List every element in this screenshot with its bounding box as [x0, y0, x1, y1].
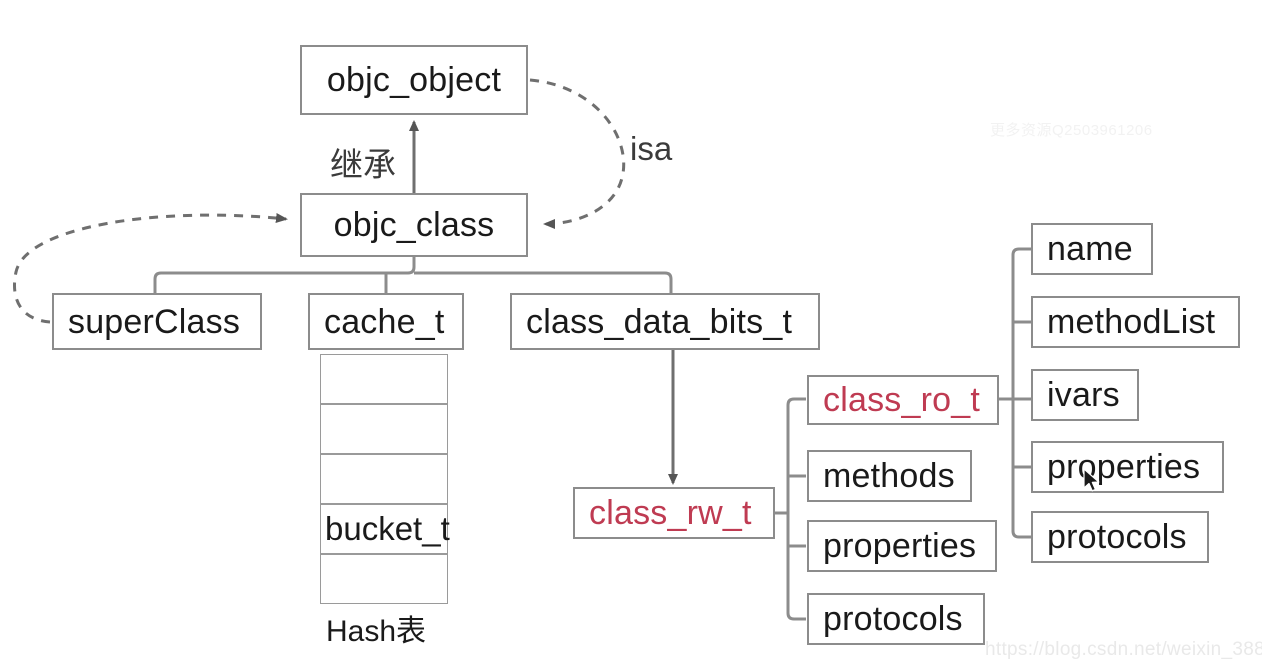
node-class-ro-t-label: class_ro_t	[823, 381, 980, 419]
node-ro-name-label: name	[1047, 230, 1133, 268]
node-objc-object[interactable]: objc_object	[300, 45, 528, 115]
edge-ro-children	[999, 247, 1031, 539]
node-ro-name[interactable]: name	[1031, 223, 1153, 275]
node-objc-class-label: objc_class	[333, 206, 495, 244]
edge-isa	[529, 78, 626, 229]
node-rw-properties-label: properties	[823, 527, 977, 565]
node-objc-object-label: objc_object	[326, 61, 502, 99]
edge-objc-class-children	[153, 257, 673, 293]
node-rw-methods[interactable]: methods	[807, 450, 972, 502]
node-ro-protocols-label: protocols	[1047, 518, 1187, 556]
node-cache-t[interactable]: cache_t	[308, 293, 464, 350]
hash-cell[interactable]	[320, 554, 448, 604]
hash-cell[interactable]	[320, 404, 448, 454]
hash-cell[interactable]	[320, 454, 448, 504]
node-class-ro-t[interactable]: class_ro_t	[807, 375, 999, 425]
node-rw-properties[interactable]: properties	[807, 520, 997, 572]
diagram-canvas: objc_object objc_class superClass cache_…	[0, 0, 1262, 668]
edge-label-isa: isa	[630, 130, 673, 167]
node-ro-properties[interactable]: properties	[1031, 441, 1224, 493]
node-class-data-bits-t-label: class_data_bits_t	[526, 302, 793, 341]
node-objc-class[interactable]: objc_class	[300, 193, 528, 257]
node-ro-method-list[interactable]: methodList	[1031, 296, 1240, 348]
hash-cell[interactable]	[320, 354, 448, 404]
node-cache-t-label: cache_t	[324, 302, 445, 341]
edge-label-inheritance: 继承	[330, 146, 396, 183]
node-rw-protocols[interactable]: protocols	[807, 593, 985, 645]
node-class-rw-t[interactable]: class_rw_t	[573, 487, 775, 539]
node-ro-method-list-label: methodList	[1047, 303, 1216, 341]
hash-cell-label: bucket_t	[325, 510, 450, 547]
node-ro-protocols[interactable]: protocols	[1031, 511, 1209, 563]
node-class-rw-t-label: class_rw_t	[589, 494, 752, 532]
node-ro-ivars-label: ivars	[1047, 376, 1120, 414]
hash-table-caption: Hash表	[326, 615, 427, 648]
node-rw-protocols-label: protocols	[823, 600, 963, 638]
node-super-class[interactable]: superClass	[52, 293, 262, 350]
node-ro-ivars[interactable]: ivars	[1031, 369, 1139, 421]
edge-rw-children	[775, 397, 806, 621]
node-super-class-label: superClass	[68, 302, 241, 341]
node-class-data-bits-t[interactable]: class_data_bits_t	[510, 293, 820, 350]
node-ro-properties-label: properties	[1047, 448, 1201, 486]
hash-cell-bucket-t[interactable]: bucket_t	[320, 504, 450, 554]
node-rw-methods-label: methods	[823, 457, 955, 495]
